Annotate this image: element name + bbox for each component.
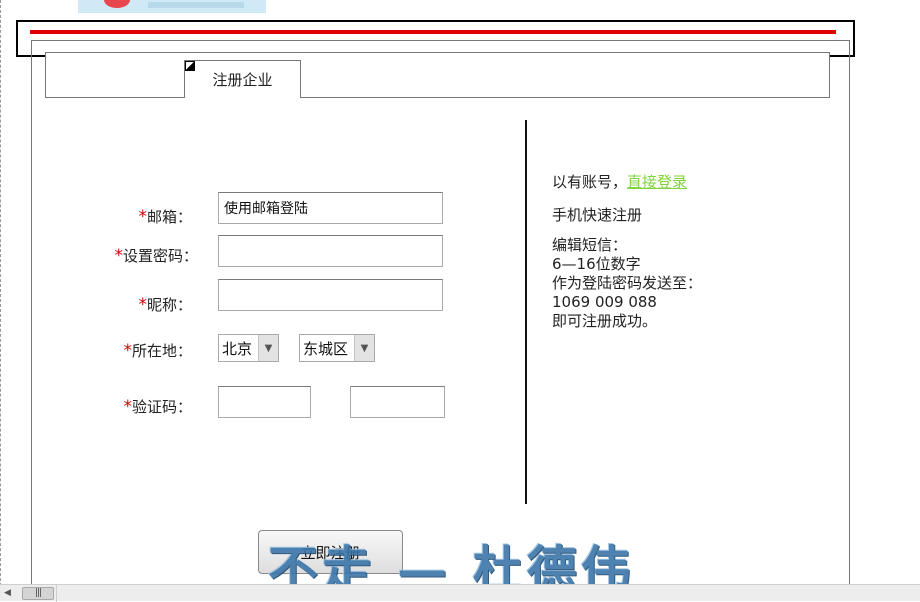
register-button[interactable]: 立即注册	[258, 530, 403, 574]
password-input[interactable]	[218, 235, 443, 267]
left-dotted-border	[0, 0, 3, 601]
sms-instructions: 编辑短信： 6—16位数字 作为登陆密码发送至： 1069 009 088 即可…	[552, 236, 702, 331]
horizontal-scrollbar[interactable]: ◀ |||	[0, 584, 920, 602]
quick-register-text: 手机快速注册	[552, 206, 643, 224]
sms-line: 即可注册成功。	[552, 312, 658, 330]
header-red-line	[30, 30, 836, 34]
required-star: *	[114, 246, 123, 266]
scroll-left-icon[interactable]: ◀	[4, 588, 14, 598]
nickname-input[interactable]	[218, 279, 443, 311]
chevron-down-icon: ▼	[354, 335, 374, 361]
required-star: *	[138, 207, 147, 227]
tab-corner-icon	[185, 61, 195, 71]
tab-register-company[interactable]: 注册企业	[184, 60, 301, 98]
district-select-value: 东城区	[303, 339, 349, 358]
scrollbar-thumb[interactable]: |||	[22, 587, 54, 600]
chevron-down-icon: ▼	[258, 335, 278, 361]
sms-line: 作为登陆密码发送至：	[552, 274, 703, 292]
scrollbar-track-divider	[56, 585, 57, 602]
location-label: *所在地：	[123, 341, 192, 361]
nickname-label: *昵称：	[138, 295, 192, 315]
logo-mark	[104, 0, 130, 8]
password-label: *设置密码：	[114, 246, 198, 266]
have-account-text: 以有账号，	[552, 173, 628, 191]
captcha-image[interactable]	[350, 386, 445, 418]
sms-line: 6—16位数字	[552, 255, 641, 273]
captcha-input[interactable]	[218, 386, 311, 418]
required-star: *	[138, 295, 147, 315]
city-select-value: 北京	[222, 339, 253, 358]
tab-bar	[45, 52, 830, 98]
login-prompt: 以有账号，直接登录	[552, 173, 687, 192]
captcha-label: *验证码：	[123, 397, 192, 417]
vertical-divider	[525, 120, 527, 504]
content-frame	[31, 40, 850, 601]
email-label: *邮箱：	[138, 207, 192, 227]
sms-line: 1069 009 088	[552, 293, 657, 311]
email-input[interactable]	[218, 192, 443, 224]
district-select[interactable]: 东城区 ▼	[299, 334, 375, 362]
login-link[interactable]: 直接登录	[627, 173, 687, 191]
required-star: *	[123, 341, 132, 361]
city-select[interactable]: 北京 ▼	[218, 334, 279, 362]
tab-label: 注册企业	[212, 71, 273, 89]
required-star: *	[123, 397, 132, 417]
sms-line: 编辑短信：	[552, 236, 628, 254]
logo-strip	[148, 2, 244, 8]
site-logo[interactable]	[78, 0, 266, 13]
